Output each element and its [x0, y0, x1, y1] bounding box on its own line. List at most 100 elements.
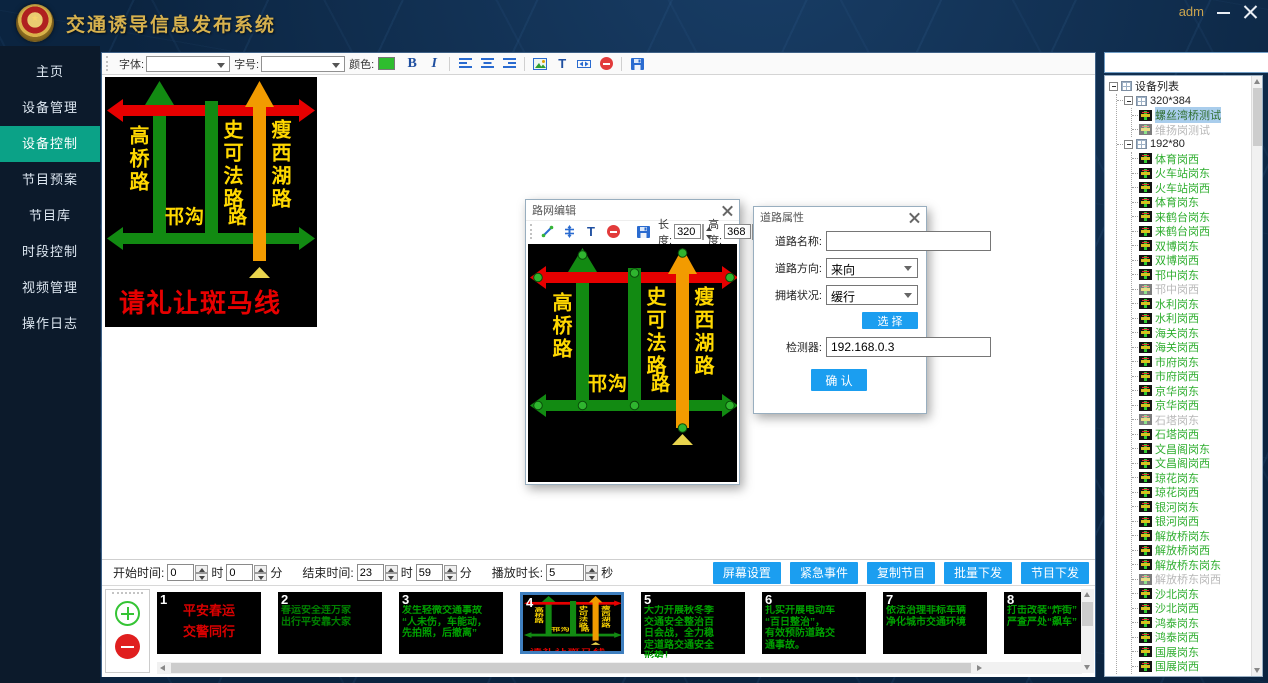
collapse-icon[interactable] [1124, 96, 1133, 105]
scrollbar-thumb[interactable] [1253, 88, 1262, 146]
delete-element-icon[interactable] [598, 55, 614, 73]
delete-element-icon[interactable] [605, 223, 621, 241]
device-item[interactable]: 海关岗西 [1132, 340, 1250, 355]
action-button[interactable]: 批量下发 [944, 562, 1012, 584]
device-group[interactable]: 192*80 [1117, 137, 1250, 152]
playlist-item[interactable]: 发生轻微交通事故“人未伤，车能动，先拍照，后撤离”3 [399, 592, 503, 654]
end-hour-stepper[interactable] [385, 565, 398, 581]
device-item[interactable]: 海关岗东 [1132, 326, 1250, 341]
sidebar-item[interactable]: 时段控制 [0, 234, 100, 270]
device-item[interactable]: 鸿泰岗西 [1132, 630, 1250, 645]
device-item[interactable]: 来鹤台岗西 [1132, 224, 1250, 239]
panel-grip[interactable] [112, 592, 143, 595]
device-item[interactable]: 火车站岗西 [1132, 181, 1250, 196]
start-minute-stepper[interactable] [254, 565, 267, 581]
vertical-scrollbar[interactable] [1081, 589, 1094, 673]
device-item[interactable]: 文昌阁岗西 [1132, 456, 1250, 471]
device-item[interactable]: 银河岗东 [1132, 500, 1250, 515]
sidebar-item[interactable]: 设备管理 [0, 90, 100, 126]
tree-root[interactable]: 设备列表 [1109, 79, 1250, 94]
duration-stepper[interactable] [585, 565, 598, 581]
device-item[interactable]: 沙北岗东 [1132, 587, 1250, 602]
move-node-icon[interactable] [561, 223, 577, 241]
road-network-diagram[interactable]: 高桥路史可法路瘦西湖路邗沟路 [528, 244, 737, 482]
font-select[interactable] [146, 56, 230, 72]
color-swatch[interactable] [378, 57, 395, 70]
device-item[interactable]: 体育岗西 [1132, 152, 1250, 167]
scrollbar-thumb[interactable] [171, 663, 971, 673]
draw-road-icon[interactable] [539, 223, 555, 241]
end-minute-input[interactable] [416, 564, 443, 581]
align-center-icon[interactable] [479, 55, 495, 73]
device-item[interactable]: 来鹤台岗东 [1132, 210, 1250, 225]
road-direction-select[interactable]: 来向 [826, 258, 918, 278]
bold-button[interactable]: B [404, 55, 420, 73]
device-item[interactable]: 国展岗西 [1132, 659, 1250, 674]
close-icon[interactable] [909, 212, 920, 223]
device-item[interactable]: 体育岗东 [1132, 195, 1250, 210]
scroll-down-icon[interactable] [1081, 661, 1094, 673]
sidebar-item[interactable]: 视频管理 [0, 270, 100, 306]
playlist-item[interactable]: 高桥路史可法路瘦西湖路邗沟路请礼让斑马线4 [520, 592, 624, 654]
device-item[interactable]: 文昌阁岗东 [1132, 442, 1250, 457]
start-minute-input[interactable] [226, 564, 253, 581]
height-input[interactable] [724, 224, 751, 239]
playlist-item[interactable]: 扎实开展电动车“百日整治”，有效预防道路交通事故。6 [762, 592, 866, 654]
collapse-icon[interactable] [1109, 82, 1118, 91]
action-button[interactable]: 节目下发 [1021, 562, 1089, 584]
scrollbar-thumb[interactable] [1082, 602, 1093, 626]
dialog-titlebar[interactable]: 道路属性 [754, 207, 926, 227]
action-button[interactable]: 屏幕设置 [713, 562, 781, 584]
device-item[interactable]: 火车站岗东 [1132, 166, 1250, 181]
remove-program-button[interactable] [115, 634, 140, 659]
editor-canvas[interactable]: 高桥路史可法路瘦西湖路邗沟路请礼让斑马线 路网编辑 T 长度: [102, 75, 1095, 559]
playlist-item[interactable]: 依法治理非标车辆净化城市交通环境7 [883, 592, 987, 654]
save-icon[interactable] [629, 55, 645, 73]
playlist-item[interactable]: 平安春运交警同行1 [157, 592, 261, 654]
device-item[interactable]: 银河岗西 [1132, 514, 1250, 529]
congestion-select[interactable]: 缓行 [826, 285, 918, 305]
device-item[interactable]: 沙北岗西 [1132, 601, 1250, 616]
horizontal-scrollbar[interactable] [157, 662, 1082, 674]
end-hour-input[interactable] [357, 564, 384, 581]
text-tool-button[interactable]: T [583, 223, 599, 241]
device-item[interactable]: 水利岗西 [1132, 311, 1250, 326]
device-item[interactable]: 石塔岗东 [1132, 413, 1250, 428]
sidebar-item[interactable]: 节目预案 [0, 162, 100, 198]
device-item[interactable]: 维扬岗测试 [1132, 123, 1250, 138]
align-left-icon[interactable] [457, 55, 473, 73]
device-item[interactable]: 解放桥东岗东 [1132, 558, 1250, 573]
device-item[interactable]: 琼花岗东 [1132, 471, 1250, 486]
save-icon[interactable] [635, 223, 651, 241]
device-item[interactable]: 双博岗西 [1132, 253, 1250, 268]
device-item[interactable]: 邗中岗东 [1132, 268, 1250, 283]
road-name-input[interactable] [826, 231, 991, 251]
device-item[interactable]: 螺丝湾桥测试 [1132, 108, 1250, 123]
device-item[interactable]: 国展岗东 [1132, 645, 1250, 660]
scroll-right-icon[interactable] [973, 662, 985, 674]
toolbar-grip[interactable] [106, 56, 111, 71]
dialog-titlebar[interactable]: 路网编辑 [526, 200, 739, 220]
end-minute-stepper[interactable] [444, 565, 457, 581]
playlist-item[interactable]: 春运安全连万家出行平安靠大家2 [278, 592, 382, 654]
action-button[interactable]: 复制节目 [867, 562, 935, 584]
action-button[interactable]: 紧急事件 [790, 562, 858, 584]
confirm-button[interactable]: 确 认 [811, 369, 867, 391]
select-button[interactable]: 选 择 [862, 312, 918, 329]
tree-scrollbar[interactable] [1251, 76, 1262, 676]
road-network-edit-canvas[interactable]: 高桥路史可法路瘦西湖路邗沟路 [528, 244, 737, 482]
toolbar-grip[interactable] [530, 224, 532, 239]
text-tool-button[interactable]: T [554, 55, 570, 73]
playlist-item[interactable]: 大力开展秋冬季交通安全整治百日会战，全力稳定道路交通安全形势！5 [641, 592, 745, 654]
scroll-text-icon[interactable] [576, 55, 592, 73]
device-group[interactable]: 320*384 [1117, 94, 1250, 109]
scroll-down-icon[interactable] [1252, 665, 1263, 676]
device-item[interactable]: 市府岗东 [1132, 355, 1250, 370]
device-item[interactable]: 市府岗西 [1132, 369, 1250, 384]
playlist-item[interactable]: 打击改装“炸街”严查严处“飙车”8 [1004, 592, 1082, 654]
italic-button[interactable]: I [426, 55, 442, 73]
sidebar-item[interactable]: 操作日志 [0, 306, 100, 342]
scroll-left-icon[interactable] [157, 662, 169, 674]
length-stepper[interactable] [702, 224, 704, 240]
device-item[interactable]: 琼花岗西 [1132, 485, 1250, 500]
